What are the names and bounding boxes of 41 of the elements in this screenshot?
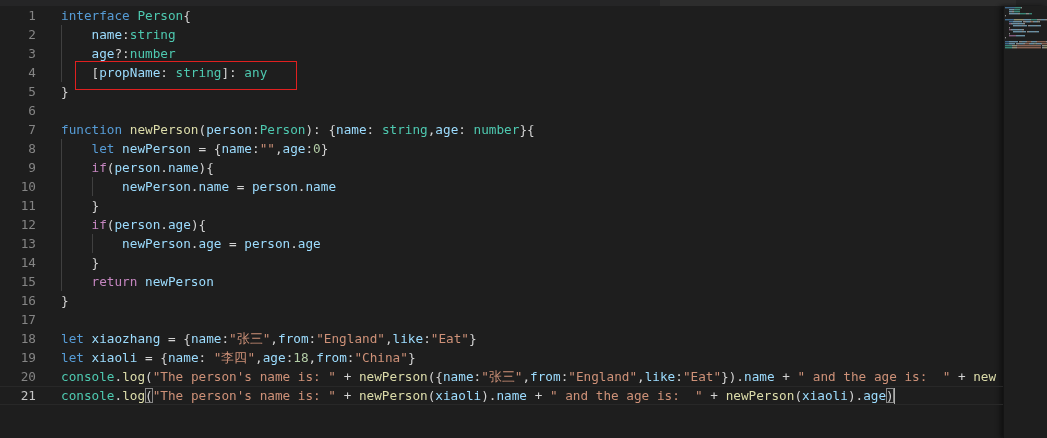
code-line: } bbox=[90, 197, 100, 215]
line-number: 11 bbox=[19, 197, 36, 215]
code-line: let newPerson = {name:"",age:0} bbox=[90, 140, 329, 158]
line-number: 17 bbox=[19, 311, 36, 329]
code-line: } bbox=[61, 292, 69, 310]
line-number: 13 bbox=[19, 235, 36, 253]
code-line: function newPerson(person:Person): {name: string,age: number}{ bbox=[61, 121, 535, 139]
code-line: if(person.age){ bbox=[90, 216, 207, 234]
line-number: 10 bbox=[19, 178, 36, 196]
line-number: 21 bbox=[19, 387, 36, 404]
line-number: 12 bbox=[19, 216, 36, 234]
code-line: return newPerson bbox=[90, 273, 214, 291]
code-line: age?:number bbox=[90, 45, 176, 63]
code-line: name:string bbox=[90, 26, 176, 44]
line-number: 8 bbox=[27, 140, 36, 158]
code-line: let xiaoli = {name: "李四",age:18,from:"China"} bbox=[61, 349, 416, 367]
code-line: newPerson.name = person.name bbox=[121, 178, 337, 196]
code-line: } bbox=[90, 254, 100, 272]
line-number: 5 bbox=[27, 83, 36, 101]
line-number: 19 bbox=[19, 349, 36, 367]
line-number: 4 bbox=[27, 64, 36, 82]
line-number: 7 bbox=[27, 121, 36, 139]
line-number: 15 bbox=[19, 273, 36, 291]
line-number: 6 bbox=[27, 102, 36, 120]
code-line: [propName: string]: any bbox=[90, 64, 268, 82]
code-line: if(person.name){ bbox=[90, 159, 214, 177]
text-cursor bbox=[893, 387, 895, 404]
code-line: let xiaozhang = {name:"张三",from:"England",like:"Eat"} bbox=[61, 330, 477, 348]
code-line: console.log("The person's name is: " + newPerson(xiaoli).name + " and the age is: " + newPerson(xiaoli).age) bbox=[61, 387, 894, 404]
line-number: 9 bbox=[27, 159, 36, 177]
line-number: 2 bbox=[27, 26, 36, 44]
code-line: interface Person{ bbox=[61, 7, 191, 25]
line-number: 1 bbox=[27, 7, 36, 25]
code-line: console.log("The person's name is: " + newPerson({name:"张三",from:"England",like:"Eat"}).name + " and the age is: " + new bbox=[61, 368, 997, 386]
line-number: 14 bbox=[19, 254, 36, 272]
line-number: 16 bbox=[19, 292, 36, 310]
line-number: 20 bbox=[19, 368, 36, 386]
code-line: newPerson.age = person.age bbox=[121, 235, 321, 253]
code-line: } bbox=[61, 83, 69, 101]
line-number: 3 bbox=[27, 45, 36, 63]
line-number: 18 bbox=[19, 330, 36, 348]
